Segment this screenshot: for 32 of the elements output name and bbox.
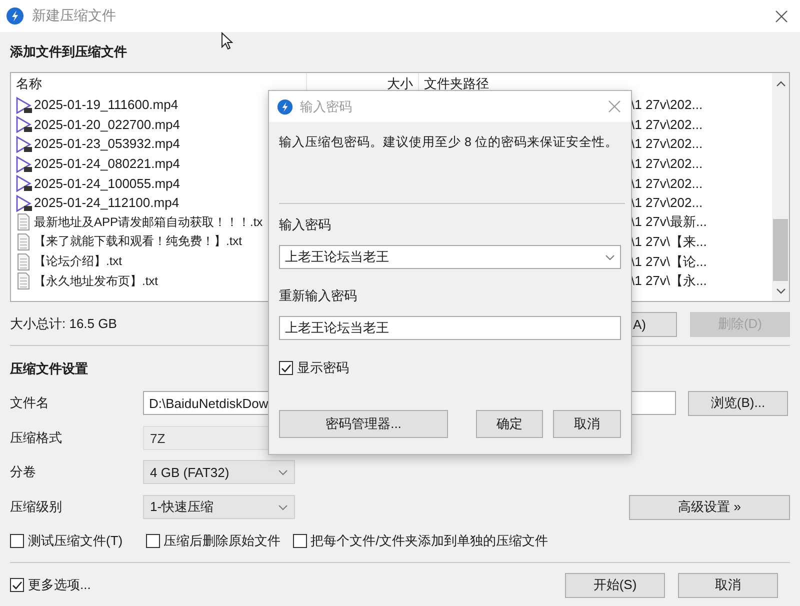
field-label: 输入密码: [279, 216, 332, 234]
dropdown-value: 7Z: [150, 430, 166, 446]
file-name: 2025-01-20_022700.mp4: [34, 116, 180, 132]
field-label: 压缩级别: [10, 498, 63, 516]
file-name: 2025-01-24_080221.mp4: [34, 156, 180, 172]
field-label: 分卷: [10, 463, 37, 481]
section-heading: 添加文件到压缩文件: [10, 43, 127, 61]
field-label: 压缩格式: [10, 429, 63, 447]
file-name: 2025-01-19_111600.mp4: [34, 97, 178, 112]
total-size: 大小总计: 16.5 GB: [10, 315, 117, 333]
file-name: 2025-01-24_100055.mp4: [34, 176, 180, 191]
dropdown-value: 4 GB (FAT32): [150, 464, 230, 480]
dropdown-value: 1-快速压缩: [150, 498, 214, 516]
section-heading: 压缩文件设置: [10, 360, 88, 378]
field-label: 重新输入密码: [279, 287, 358, 305]
file-name: 2025-01-23_053932.mp4: [34, 136, 180, 152]
password-value: 上老王论坛当老王: [285, 248, 389, 266]
field-label: 文件名: [10, 394, 50, 412]
window-title: 新建压缩文件: [32, 7, 117, 25]
file-name: 最新地址及APP请发邮箱自动获取！！！.tx: [34, 214, 263, 231]
checkbox-label: 压缩后删除原始文件: [164, 532, 281, 550]
checkbox-label: 更多选项...: [28, 576, 91, 594]
file-name: 【来了就能下载和观看！纯免费！】.txt: [34, 233, 242, 250]
dialog-title: 输入密码: [300, 98, 353, 116]
file-name: 【论坛介绍】.txt: [34, 253, 122, 270]
field-value: D:\BaiduNetdiskDow: [149, 396, 268, 410]
dialog-message: 输入压缩包密码。建议使用至少 8 位的密码来保证安全性。: [279, 134, 619, 151]
file-name: 2025-01-24_112100.mp4: [34, 195, 180, 210]
checkbox-label: 显示密码: [297, 359, 349, 377]
checkbox-label: 把每个文件/文件夹添加到单独的压缩文件: [310, 532, 548, 550]
file-name: 【永久地址发布页】.txt: [34, 272, 158, 290]
checkbox-label: 测试压缩文件(T): [28, 532, 123, 550]
